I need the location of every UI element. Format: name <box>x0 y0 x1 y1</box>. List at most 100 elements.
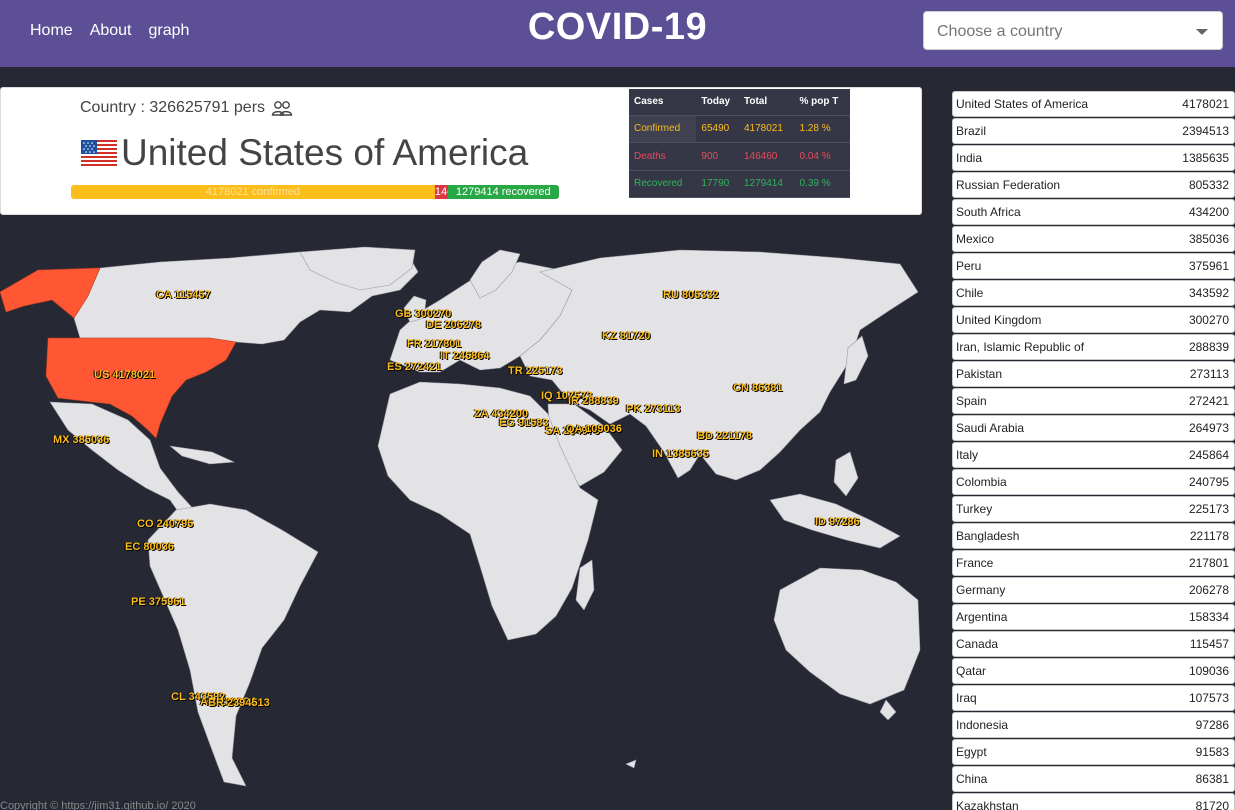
country-list-item[interactable]: Indonesia 97286 <box>952 712 1235 738</box>
country-list-value: 805332 <box>1188 178 1229 192</box>
map-region-caribbean[interactable] <box>168 445 236 465</box>
cases-table: Cases Today Total % pop T Confirmed 6549… <box>629 89 850 198</box>
country-list-value: 264973 <box>1188 421 1229 435</box>
country-select-placeholder: Choose a country <box>937 23 1063 40</box>
table-cell: 1279414 <box>739 170 795 198</box>
country-list-value: 343592 <box>1188 286 1229 300</box>
country-list-item[interactable]: Colombia 240795 <box>952 469 1235 495</box>
country-list-value: 272421 <box>1188 394 1229 408</box>
country-list-item[interactable]: United Kingdom 300270 <box>952 307 1235 333</box>
country-list-name: China <box>956 772 988 786</box>
country-list-item[interactable]: Mexico 385036 <box>952 226 1235 252</box>
map-label-ec: EC 80036 <box>125 541 174 553</box>
map-region-philippines[interactable] <box>833 451 859 497</box>
country-list-name: Saudi Arabia <box>956 421 1025 435</box>
copyright-text: Copyright © https://jim31.github.io/ 202… <box>0 800 196 810</box>
country-list-item[interactable]: United States of America 4178021 <box>952 91 1235 117</box>
country-list-item[interactable]: Kazakhstan 81720 <box>952 793 1235 810</box>
country-list-item[interactable]: Pakistan 273113 <box>952 361 1235 387</box>
map-label-ru: RU 805332 <box>663 289 719 301</box>
map-label-qa: QA 109036 <box>566 423 622 435</box>
map-label-us: US 4178021 <box>94 369 156 381</box>
country-list-item[interactable]: Turkey 225173 <box>952 496 1235 522</box>
table-cell: 4178021 <box>739 115 795 143</box>
country-list-value: 225173 <box>1188 502 1229 516</box>
country-ranking-list: United States of America 4178021 Brazil 239… <box>952 91 1235 810</box>
country-name: United States of America <box>121 132 529 173</box>
country-list-item[interactable]: Saudi Arabia 264973 <box>952 415 1235 441</box>
table-cell: 1.28 % <box>794 115 850 143</box>
country-list-value: 158334 <box>1188 610 1229 624</box>
map-region-australia[interactable] <box>773 567 921 705</box>
map-label-it: IT 245864 <box>440 350 490 362</box>
country-list-value: 273113 <box>1189 367 1229 381</box>
country-list-item[interactable]: France 217801 <box>952 550 1235 576</box>
table-row-confirmed: Confirmed 65490 4178021 1.28 % <box>629 115 850 143</box>
country-list-value: 217801 <box>1188 556 1229 570</box>
country-list-name: South Africa <box>956 205 1021 219</box>
table-cell: 900 <box>696 142 739 171</box>
country-list-name: Turkey <box>956 502 993 516</box>
country-list-item[interactable]: Spain 272421 <box>952 388 1235 414</box>
country-list-value: 107573 <box>1188 691 1229 705</box>
country-list-value: 86381 <box>1195 772 1229 786</box>
cases-progress-bar: 4178021 confirmed 146460 1279414 recover… <box>71 185 559 199</box>
table-cell: 17790 <box>696 170 739 198</box>
map-region-south-islands[interactable] <box>625 759 637 769</box>
country-list-item[interactable]: Italy 245864 <box>952 442 1235 468</box>
table-cell: 0.04 % <box>794 142 850 171</box>
cases-table-header: Cases Today Total % pop T <box>629 89 850 116</box>
country-list-item[interactable]: Egypt 91583 <box>952 739 1235 765</box>
country-list-name: Argentina <box>956 610 1008 624</box>
map-label-pe: PE 375961 <box>131 596 186 608</box>
chevron-down-icon <box>1196 29 1208 35</box>
country-list-item[interactable]: Qatar 109036 <box>952 658 1235 684</box>
country-list-item[interactable]: China 86381 <box>952 766 1235 792</box>
country-list-name: Qatar <box>956 664 987 678</box>
country-list-name: Brazil <box>956 124 987 138</box>
progress-deaths: 146460 <box>434 185 448 199</box>
country-list-value: 288839 <box>1188 340 1229 354</box>
country-list-item[interactable]: Bangladesh 221178 <box>952 523 1235 549</box>
country-list-value: 4178021 <box>1182 97 1229 111</box>
map-label-es: ES 272421 <box>387 361 442 373</box>
country-list-item[interactable]: Iran, Islamic Republic of 288839 <box>952 334 1235 360</box>
country-list-item[interactable]: Germany 206278 <box>952 577 1235 603</box>
table-cell: 65490 <box>696 115 739 143</box>
country-list-item[interactable]: Peru 375961 <box>952 253 1235 279</box>
country-list-value: 245864 <box>1188 448 1229 462</box>
country-list-name: Iraq <box>956 691 977 705</box>
country-list-value: 97286 <box>1195 718 1229 732</box>
country-list-value: 81720 <box>1195 799 1229 810</box>
country-list-value: 385036 <box>1188 232 1229 246</box>
country-list-item[interactable]: India 1385635 <box>952 145 1235 171</box>
map-region-new-zealand[interactable] <box>879 699 897 721</box>
map-label-ir: IR 288839 <box>568 395 619 407</box>
table-header-cell: Today <box>696 89 739 116</box>
table-cell: Deaths <box>629 142 697 171</box>
country-list-value: 2394513 <box>1182 124 1229 138</box>
people-icon <box>271 101 293 116</box>
population-label: Country : 326625791 pers <box>80 99 266 116</box>
country-list-value: 115457 <box>1189 637 1229 651</box>
map-region-mexico[interactable] <box>49 401 199 521</box>
country-list-item[interactable]: Brazil 2394513 <box>952 118 1235 144</box>
country-list-value: 1385635 <box>1182 151 1229 165</box>
country-list-value: 375961 <box>1188 259 1229 273</box>
country-list-item[interactable]: Argentina 158334 <box>952 604 1235 630</box>
country-list-item[interactable]: South Africa 434200 <box>952 199 1235 225</box>
country-list-name: Canada <box>956 637 999 651</box>
country-list-item[interactable]: Iraq 107573 <box>952 685 1235 711</box>
country-select[interactable]: Choose a country <box>923 11 1223 50</box>
country-list-item[interactable]: Russian Federation 805332 <box>952 172 1235 198</box>
country-list-name: Kazakhstan <box>956 799 1019 810</box>
map-label-mx: MX 385036 <box>53 434 110 446</box>
navbar: Home About graph COVID-19 Choose a count… <box>0 0 1235 67</box>
country-list-name: Egypt <box>956 745 987 759</box>
table-row-recovered: Recovered 17790 1279414 0.39 % <box>629 170 850 198</box>
country-list-item[interactable]: Canada 115457 <box>952 631 1235 657</box>
world-map[interactable]: CA 115457 US 4178021 MX 385036 CO 240795… <box>0 232 922 810</box>
country-list-value: 206278 <box>1188 583 1229 597</box>
country-list-name: Mexico <box>956 232 995 246</box>
country-list-item[interactable]: Chile 343592 <box>952 280 1235 306</box>
